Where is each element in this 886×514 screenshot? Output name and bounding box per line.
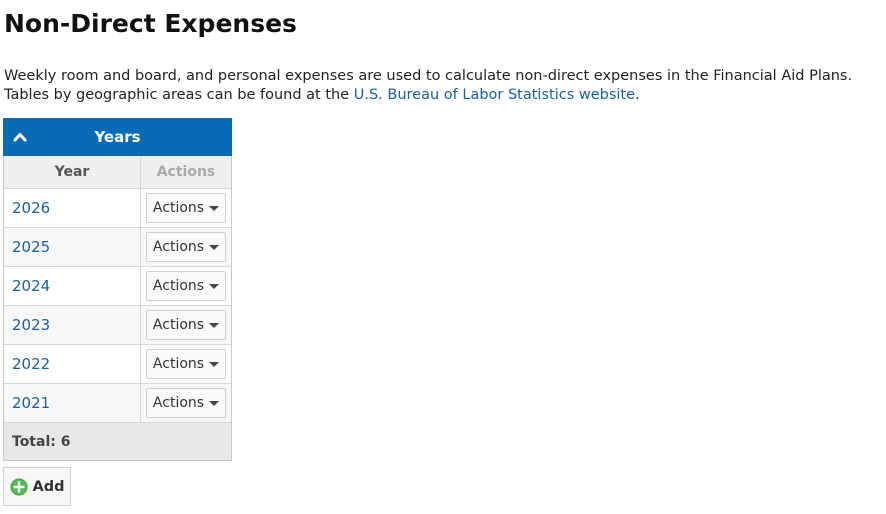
actions-cell: Actions bbox=[140, 305, 231, 345]
total-label: Total: 6 bbox=[4, 422, 231, 460]
year-link[interactable]: 2024 bbox=[12, 277, 50, 295]
actions-dropdown-button[interactable]: Actions bbox=[145, 232, 227, 262]
total-row: Total: 6 bbox=[4, 422, 231, 460]
year-cell: 2026 bbox=[4, 188, 141, 228]
column-header-year[interactable]: Year bbox=[4, 156, 141, 189]
table-row: 2021 Actions bbox=[4, 383, 231, 423]
caret-down-icon bbox=[209, 283, 220, 289]
years-table: Year Actions 2026 Actions 2025 Actions 2024 A… bbox=[4, 156, 231, 460]
caret-down-icon bbox=[209, 205, 220, 211]
actions-cell: Actions bbox=[140, 188, 231, 228]
actions-dropdown-button[interactable]: Actions bbox=[145, 388, 227, 418]
bls-link[interactable]: U.S. Bureau of Labor Statistics website bbox=[354, 87, 635, 103]
years-panel: Years Year Actions 2026 Actions 2025 Action… bbox=[3, 118, 232, 461]
year-cell: 2025 bbox=[4, 227, 141, 267]
plus-circle-icon bbox=[10, 478, 27, 495]
table-row: 2023 Actions bbox=[4, 305, 231, 345]
caret-down-icon bbox=[209, 322, 220, 328]
actions-cell: Actions bbox=[140, 266, 231, 306]
caret-down-icon bbox=[209, 400, 220, 406]
caret-down-icon bbox=[209, 361, 220, 367]
actions-dropdown-button[interactable]: Actions bbox=[145, 310, 227, 340]
year-link[interactable]: 2023 bbox=[12, 316, 50, 334]
years-panel-title: Years bbox=[94, 128, 141, 146]
actions-cell: Actions bbox=[140, 383, 231, 423]
actions-cell: Actions bbox=[140, 227, 231, 267]
year-cell: 2023 bbox=[4, 305, 141, 345]
intro-text: Weekly room and board, and personal expe… bbox=[4, 67, 884, 105]
add-button-label: Add bbox=[32, 478, 65, 495]
actions-label: Actions bbox=[152, 200, 205, 216]
actions-dropdown-button[interactable]: Actions bbox=[145, 349, 227, 379]
actions-label: Actions bbox=[152, 395, 205, 411]
actions-label: Actions bbox=[152, 239, 205, 255]
year-link[interactable]: 2021 bbox=[12, 394, 50, 412]
years-panel-header[interactable]: Years bbox=[3, 118, 232, 156]
actions-dropdown-button[interactable]: Actions bbox=[145, 271, 227, 301]
intro-end: . bbox=[635, 87, 640, 103]
actions-cell: Actions bbox=[140, 344, 231, 384]
year-cell: 2021 bbox=[4, 383, 141, 423]
chevron-up-icon[interactable] bbox=[13, 130, 27, 144]
year-cell: 2024 bbox=[4, 266, 141, 306]
column-header-actions: Actions bbox=[140, 156, 231, 189]
table-header-row: Year Actions bbox=[4, 156, 231, 189]
table-row: 2026 Actions bbox=[4, 188, 231, 228]
table-row: 2025 Actions bbox=[4, 227, 231, 267]
table-row: 2024 Actions bbox=[4, 266, 231, 306]
add-button[interactable]: Add bbox=[3, 467, 71, 506]
year-link[interactable]: 2025 bbox=[12, 238, 50, 256]
caret-down-icon bbox=[209, 244, 220, 250]
year-cell: 2022 bbox=[4, 344, 141, 384]
year-link[interactable]: 2026 bbox=[12, 199, 50, 217]
page-title: Non-Direct Expenses bbox=[4, 9, 297, 38]
actions-label: Actions bbox=[152, 356, 205, 372]
table-row: 2022 Actions bbox=[4, 344, 231, 384]
actions-label: Actions bbox=[152, 317, 205, 333]
actions-dropdown-button[interactable]: Actions bbox=[145, 193, 227, 223]
year-link[interactable]: 2022 bbox=[12, 355, 50, 373]
actions-label: Actions bbox=[152, 278, 205, 294]
